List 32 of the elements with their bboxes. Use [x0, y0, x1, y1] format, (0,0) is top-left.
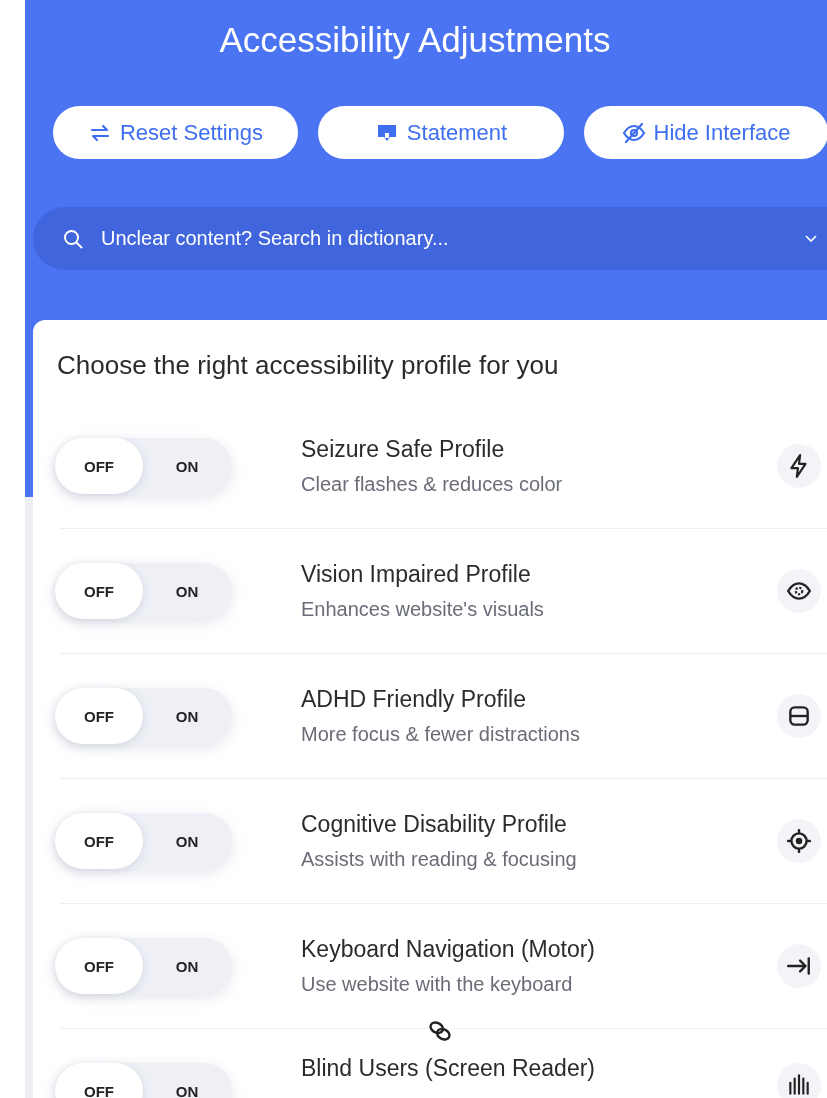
- hide-button[interactable]: Hide Interface: [584, 106, 827, 159]
- on-off-toggle[interactable]: OFF ON: [55, 938, 232, 994]
- statement-button[interactable]: Statement: [318, 106, 564, 159]
- on-off-toggle[interactable]: OFF ON: [55, 1063, 232, 1098]
- profile-title: Keyboard Navigation (Motor): [301, 935, 597, 964]
- panel-title: Accessibility Adjustments: [218, 19, 612, 61]
- profile-title: ADHD Friendly Profile: [301, 685, 527, 714]
- eye-icon: [777, 569, 821, 613]
- profile-description: Use website with the keyboard: [301, 972, 574, 997]
- chevron-down-icon[interactable]: [805, 234, 817, 243]
- search-icon: [63, 228, 83, 249]
- section-heading: Choose the right accessibility profile for you: [56, 349, 560, 382]
- profile-title: Blind Users (Screen Reader): [301, 1054, 596, 1083]
- reset-button[interactable]: Reset Settings: [53, 106, 298, 159]
- target-icon: [777, 819, 821, 863]
- arrow-to-bar-icon: [777, 944, 821, 988]
- profile-description: Enhances website's visuals: [301, 597, 545, 622]
- profile-description: Assists with reading & focusing: [301, 847, 578, 872]
- on-off-toggle[interactable]: OFF ON: [55, 688, 232, 744]
- sound-bars-icon: [777, 1063, 821, 1098]
- search-bar[interactable]: Unclear content? Search in dictionary...: [33, 207, 827, 270]
- profile-description: Clear flashes & reduces color: [301, 472, 564, 497]
- lightning-icon: [777, 444, 821, 488]
- on-off-toggle[interactable]: OFF ON: [55, 438, 232, 494]
- on-off-toggle[interactable]: OFF ON: [55, 813, 232, 869]
- search-field[interactable]: Unclear content? Search in dictionary...: [99, 226, 805, 251]
- profile-description: More focus & fewer distractions: [301, 722, 581, 747]
- profile-title: Cognitive Disability Profile: [301, 810, 568, 839]
- profile-title: Vision Impaired Profile: [301, 560, 532, 589]
- eye-slash-icon: [621, 120, 646, 145]
- on-off-toggle[interactable]: OFF ON: [55, 563, 232, 619]
- profile-title: Seizure Safe Profile: [301, 435, 506, 464]
